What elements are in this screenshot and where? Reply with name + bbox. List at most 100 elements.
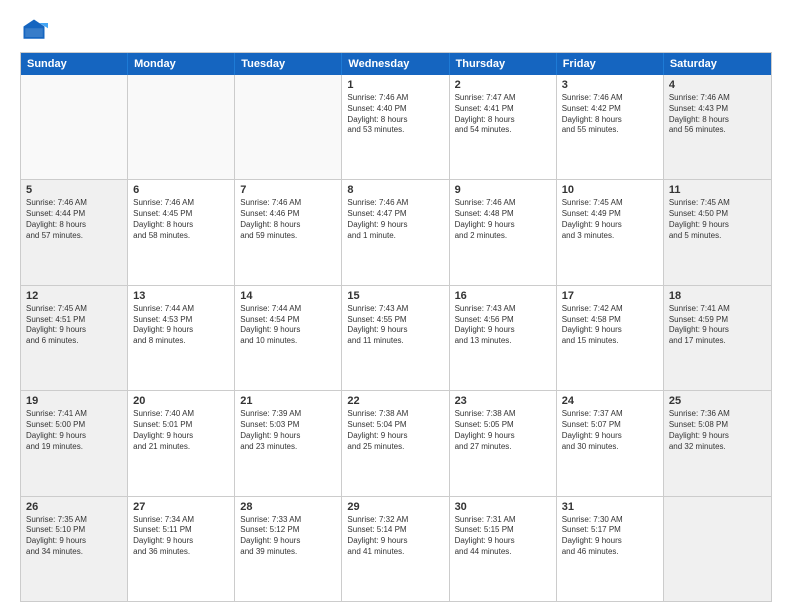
day-number: 1 (347, 79, 443, 91)
calendar-row-3: 19 Sunrise: 7:41 AM Sunset: 5:00 PM Dayli… (21, 390, 771, 495)
cell-content: Sunrise: 7:46 AM Sunset: 4:46 PM Dayligh… (240, 198, 336, 241)
cell-content: Sunrise: 7:46 AM Sunset: 4:48 PM Dayligh… (455, 198, 551, 241)
cell-content: Sunrise: 7:40 AM Sunset: 5:01 PM Dayligh… (133, 409, 229, 452)
calendar-cell-r4-c1: 27 Sunrise: 7:34 AM Sunset: 5:11 PM Dayli… (128, 497, 235, 601)
day-number: 16 (455, 290, 551, 302)
day-number: 11 (669, 184, 766, 196)
calendar-cell-r4-c2: 28 Sunrise: 7:33 AM Sunset: 5:12 PM Dayli… (235, 497, 342, 601)
cell-content: Sunrise: 7:33 AM Sunset: 5:12 PM Dayligh… (240, 515, 336, 558)
day-number: 30 (455, 501, 551, 513)
calendar-cell-r4-c4: 30 Sunrise: 7:31 AM Sunset: 5:15 PM Dayli… (450, 497, 557, 601)
cell-content: Sunrise: 7:41 AM Sunset: 4:59 PM Dayligh… (669, 304, 766, 347)
calendar-cell-r1-c6: 11 Sunrise: 7:45 AM Sunset: 4:50 PM Dayli… (664, 180, 771, 284)
calendar-cell-r4-c3: 29Sunrise: 7:32 AM Sunset: 5:14 PM Dayli… (342, 497, 449, 601)
cell-content: Sunrise: 7:46 AM Sunset: 4:40 PM Dayligh… (347, 93, 443, 136)
calendar-cell-r3-c2: 21 Sunrise: 7:39 AM Sunset: 5:03 PM Dayli… (235, 391, 342, 495)
calendar-row-2: 12 Sunrise: 7:45 AM Sunset: 4:51 PM Dayli… (21, 285, 771, 390)
calendar-cell-r4-c5: 31 Sunrise: 7:30 AM Sunset: 5:17 PM Dayli… (557, 497, 664, 601)
calendar-cell-r3-c0: 19 Sunrise: 7:41 AM Sunset: 5:00 PM Dayli… (21, 391, 128, 495)
cell-content: Sunrise: 7:45 AM Sunset: 4:49 PM Dayligh… (562, 198, 658, 241)
cell-content: Sunrise: 7:44 AM Sunset: 4:54 PM Dayligh… (240, 304, 336, 347)
cell-content: Sunrise: 7:47 AM Sunset: 4:41 PM Dayligh… (455, 93, 551, 136)
cell-content: Sunrise: 7:46 AM Sunset: 4:43 PM Dayligh… (669, 93, 766, 136)
day-number: 18 (669, 290, 766, 302)
cell-content: Sunrise: 7:37 AM Sunset: 5:07 PM Dayligh… (562, 409, 658, 452)
calendar-cell-r0-c3: 1 Sunrise: 7:46 AM Sunset: 4:40 PM Daylig… (342, 75, 449, 179)
calendar-cell-r0-c5: 3Sunrise: 7:46 AM Sunset: 4:42 PM Daylig… (557, 75, 664, 179)
header (20, 16, 772, 44)
cell-content: Sunrise: 7:44 AM Sunset: 4:53 PM Dayligh… (133, 304, 229, 347)
day-number: 9 (455, 184, 551, 196)
weekday-header-saturday: Saturday (664, 53, 771, 75)
calendar-cell-r1-c3: 8Sunrise: 7:46 AM Sunset: 4:47 PM Daylig… (342, 180, 449, 284)
cell-content: Sunrise: 7:46 AM Sunset: 4:44 PM Dayligh… (26, 198, 122, 241)
calendar-cell-r0-c4: 2 Sunrise: 7:47 AM Sunset: 4:41 PM Daylig… (450, 75, 557, 179)
calendar-header: SundayMondayTuesdayWednesdayThursdayFrid… (21, 53, 771, 75)
calendar-cell-r1-c4: 9 Sunrise: 7:46 AM Sunset: 4:48 PM Daylig… (450, 180, 557, 284)
calendar-cell-r0-c2 (235, 75, 342, 179)
day-number: 19 (26, 395, 122, 407)
day-number: 12 (26, 290, 122, 302)
day-number: 5 (26, 184, 122, 196)
day-number: 7 (240, 184, 336, 196)
day-number: 13 (133, 290, 229, 302)
cell-content: Sunrise: 7:36 AM Sunset: 5:08 PM Dayligh… (669, 409, 766, 452)
cell-content: Sunrise: 7:45 AM Sunset: 4:50 PM Dayligh… (669, 198, 766, 241)
calendar-cell-r3-c3: 22Sunrise: 7:38 AM Sunset: 5:04 PM Dayli… (342, 391, 449, 495)
weekday-header-tuesday: Tuesday (235, 53, 342, 75)
calendar-cell-r3-c6: 25 Sunrise: 7:36 AM Sunset: 5:08 PM Dayli… (664, 391, 771, 495)
cell-content: Sunrise: 7:45 AM Sunset: 4:51 PM Dayligh… (26, 304, 122, 347)
weekday-header-monday: Monday (128, 53, 235, 75)
cell-content: Sunrise: 7:39 AM Sunset: 5:03 PM Dayligh… (240, 409, 336, 452)
cell-content: Sunrise: 7:32 AM Sunset: 5:14 PM Dayligh… (347, 515, 443, 558)
calendar-cell-r2-c4: 16 Sunrise: 7:43 AM Sunset: 4:56 PM Dayli… (450, 286, 557, 390)
calendar-cell-r0-c0 (21, 75, 128, 179)
weekday-header-sunday: Sunday (21, 53, 128, 75)
cell-content: Sunrise: 7:38 AM Sunset: 5:04 PM Dayligh… (347, 409, 443, 452)
calendar-cell-r2-c2: 14 Sunrise: 7:44 AM Sunset: 4:54 PM Dayli… (235, 286, 342, 390)
day-number: 17 (562, 290, 658, 302)
cell-content: Sunrise: 7:42 AM Sunset: 4:58 PM Dayligh… (562, 304, 658, 347)
cell-content: Sunrise: 7:43 AM Sunset: 4:56 PM Dayligh… (455, 304, 551, 347)
calendar-cell-r1-c5: 10 Sunrise: 7:45 AM Sunset: 4:49 PM Dayli… (557, 180, 664, 284)
day-number: 14 (240, 290, 336, 302)
calendar: SundayMondayTuesdayWednesdayThursdayFrid… (20, 52, 772, 602)
cell-content: Sunrise: 7:31 AM Sunset: 5:15 PM Dayligh… (455, 515, 551, 558)
day-number: 2 (455, 79, 551, 91)
cell-content: Sunrise: 7:46 AM Sunset: 4:45 PM Dayligh… (133, 198, 229, 241)
day-number: 21 (240, 395, 336, 407)
weekday-header-thursday: Thursday (450, 53, 557, 75)
calendar-cell-r4-c0: 26 Sunrise: 7:35 AM Sunset: 5:10 PM Dayli… (21, 497, 128, 601)
logo-icon (20, 16, 48, 44)
calendar-body: 1 Sunrise: 7:46 AM Sunset: 4:40 PM Daylig… (21, 75, 771, 601)
day-number: 27 (133, 501, 229, 513)
cell-content: Sunrise: 7:46 AM Sunset: 4:42 PM Dayligh… (562, 93, 658, 136)
calendar-cell-r3-c5: 24Sunrise: 7:37 AM Sunset: 5:07 PM Dayli… (557, 391, 664, 495)
cell-content: Sunrise: 7:30 AM Sunset: 5:17 PM Dayligh… (562, 515, 658, 558)
calendar-row-4: 26 Sunrise: 7:35 AM Sunset: 5:10 PM Dayli… (21, 496, 771, 601)
day-number: 23 (455, 395, 551, 407)
calendar-cell-r2-c3: 15Sunrise: 7:43 AM Sunset: 4:55 PM Dayli… (342, 286, 449, 390)
calendar-cell-r1-c0: 5 Sunrise: 7:46 AM Sunset: 4:44 PM Daylig… (21, 180, 128, 284)
calendar-row-0: 1 Sunrise: 7:46 AM Sunset: 4:40 PM Daylig… (21, 75, 771, 179)
day-number: 28 (240, 501, 336, 513)
cell-content: Sunrise: 7:38 AM Sunset: 5:05 PM Dayligh… (455, 409, 551, 452)
calendar-cell-r0-c6: 4 Sunrise: 7:46 AM Sunset: 4:43 PM Daylig… (664, 75, 771, 179)
calendar-cell-r4-c6 (664, 497, 771, 601)
calendar-cell-r2-c6: 18 Sunrise: 7:41 AM Sunset: 4:59 PM Dayli… (664, 286, 771, 390)
day-number: 8 (347, 184, 443, 196)
cell-content: Sunrise: 7:34 AM Sunset: 5:11 PM Dayligh… (133, 515, 229, 558)
day-number: 10 (562, 184, 658, 196)
day-number: 20 (133, 395, 229, 407)
day-number: 31 (562, 501, 658, 513)
calendar-cell-r1-c1: 6 Sunrise: 7:46 AM Sunset: 4:45 PM Daylig… (128, 180, 235, 284)
cell-content: Sunrise: 7:35 AM Sunset: 5:10 PM Dayligh… (26, 515, 122, 558)
weekday-header-wednesday: Wednesday (342, 53, 449, 75)
cell-content: Sunrise: 7:41 AM Sunset: 5:00 PM Dayligh… (26, 409, 122, 452)
day-number: 15 (347, 290, 443, 302)
day-number: 6 (133, 184, 229, 196)
calendar-cell-r2-c5: 17 Sunrise: 7:42 AM Sunset: 4:58 PM Dayli… (557, 286, 664, 390)
day-number: 26 (26, 501, 122, 513)
day-number: 25 (669, 395, 766, 407)
day-number: 4 (669, 79, 766, 91)
